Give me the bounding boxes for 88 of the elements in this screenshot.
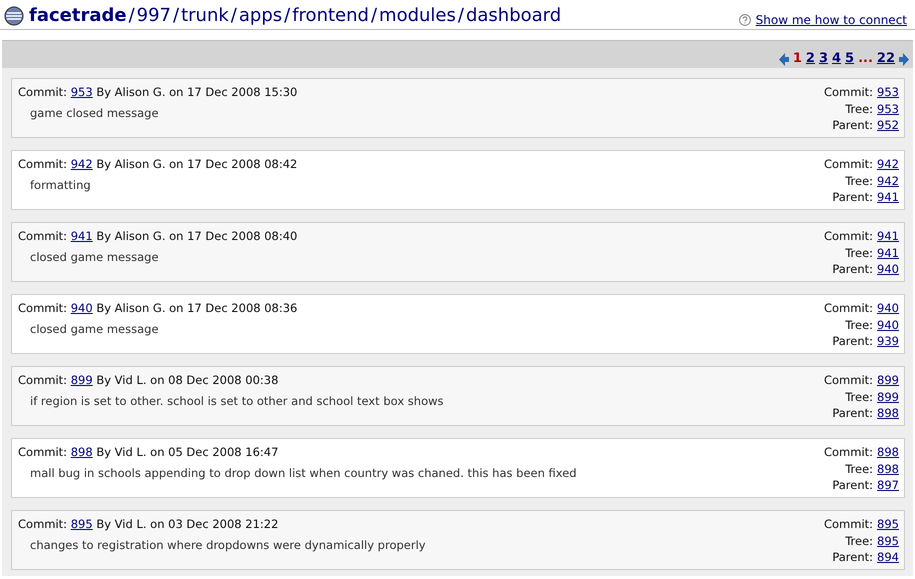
commit-heading: Commit: 895 By Vid L. on 03 Dec 2008 21:22 [18, 517, 280, 531]
ref-link[interactable]: 898 [877, 444, 899, 460]
commit-heading: Commit: 898 By Vid L. on 05 Dec 2008 16:47 [18, 445, 280, 459]
ref-link[interactable]: 942 [877, 156, 899, 172]
globe-icon [4, 6, 24, 26]
breadcrumb-link[interactable]: apps [238, 5, 282, 26]
commit-message: mall bug in schools appending to drop down list when country was chaned. this has been fixed [29, 466, 577, 480]
path-separator: / [370, 5, 378, 26]
commit-link[interactable]: 895 [70, 517, 93, 531]
ref-link[interactable]: 941 [877, 228, 899, 244]
ref-link[interactable]: 952 [877, 117, 899, 134]
ref-label: Commit: [824, 228, 874, 244]
commit-heading: Commit: 940 By Alison G. on 17 Dec 2008 08:36 [18, 301, 298, 315]
ref-label: Commit: [824, 372, 874, 388]
commit-link[interactable]: 953 [70, 85, 93, 99]
ref-link[interactable]: 899 [877, 372, 899, 388]
ref-label: Tree: [845, 532, 874, 549]
ref-label: Parent: [832, 117, 874, 134]
breadcrumb-link[interactable]: modules [379, 5, 456, 26]
ref-label: Tree: [845, 172, 874, 189]
previous-arrow-icon[interactable] [778, 53, 789, 66]
commit-heading: Commit: 942 By Alison G. on 17 Dec 2008 08:42 [18, 157, 298, 171]
ref-link[interactable]: 941 [877, 244, 899, 261]
ref-label: Parent: [832, 549, 874, 566]
ref-label: Parent: [832, 189, 874, 206]
next-arrow-icon[interactable] [899, 53, 909, 66]
ref-label: Tree: [845, 316, 874, 333]
ref-label: Commit: [824, 444, 874, 460]
commit-message: formatting [29, 178, 92, 192]
commit-message: closed game message [29, 322, 160, 336]
ref-label: Parent: [832, 261, 874, 278]
ref-label: Parent: [832, 333, 874, 350]
help-icon [738, 14, 751, 26]
page-link[interactable]: 2 [806, 51, 815, 66]
page-link[interactable]: 22 [876, 51, 895, 66]
commit-message: changes to registration where dropdowns were dynamically properly [29, 538, 426, 552]
commit-heading: Commit: 941 By Alison G. on 17 Dec 2008 08:40 [18, 229, 298, 243]
ref-link[interactable]: 939 [877, 333, 899, 350]
ref-link[interactable]: 895 [877, 516, 899, 532]
page-link[interactable]: 5 [845, 51, 854, 66]
ref-link[interactable]: 942 [877, 172, 899, 189]
ref-link[interactable]: 941 [877, 189, 899, 206]
breadcrumb-link[interactable]: facetrade [29, 5, 127, 26]
path-separator: / [128, 5, 135, 26]
commit-link[interactable]: 898 [70, 445, 93, 459]
page-link[interactable]: 4 [832, 51, 842, 66]
path-separator: / [230, 5, 237, 26]
ref-link[interactable]: 940 [877, 300, 899, 316]
commit-message: game closed message [29, 106, 160, 120]
ref-label: Parent: [832, 405, 874, 422]
breadcrumb-link[interactable]: 997 [136, 5, 172, 26]
commit-message: if region is set to other. school is set to other and school text box shows [29, 394, 444, 408]
commit-heading: Commit: 899 By Vid L. on 08 Dec 2008 00:38 [18, 373, 280, 387]
path-separator: / [284, 5, 290, 26]
ref-label: Commit: [824, 84, 874, 100]
ref-label: Tree: [845, 388, 874, 405]
ref-label: Commit: [824, 516, 874, 532]
ref-link[interactable]: 898 [877, 460, 899, 477]
ref-label: Tree: [845, 100, 874, 117]
path-separator: / [458, 5, 464, 26]
ref-link[interactable]: 897 [877, 477, 899, 494]
ref-link[interactable]: 953 [877, 100, 899, 117]
path-separator: / [173, 5, 180, 26]
ref-link[interactable]: 953 [877, 84, 899, 100]
breadcrumb-link[interactable]: trunk [181, 5, 229, 26]
commit-message: closed game message [29, 250, 160, 264]
commit-link[interactable]: 941 [70, 229, 93, 243]
page-link[interactable]: 3 [818, 51, 828, 66]
breadcrumb-link[interactable]: dashboard [466, 5, 562, 26]
ref-label: Commit: [824, 300, 874, 316]
commit-link[interactable]: 942 [70, 157, 93, 171]
commit-heading: Commit: 953 By Alison G. on 17 Dec 2008 15:30 [18, 85, 298, 99]
ref-label: Tree: [845, 460, 874, 477]
ref-link[interactable]: 894 [877, 549, 899, 566]
ref-label: Commit: [824, 156, 874, 172]
page-link[interactable]: 1 [792, 51, 802, 66]
ref-label: Parent: [832, 477, 874, 494]
ref-link[interactable]: 895 [877, 532, 899, 549]
ref-link[interactable]: 940 [877, 316, 899, 333]
help-link[interactable]: Show me how to connect [756, 12, 907, 26]
ref-link[interactable]: 940 [877, 261, 899, 278]
commit-link[interactable]: 940 [70, 301, 93, 315]
pagination-ellipsis: ... [858, 51, 873, 66]
ref-link[interactable]: 898 [877, 405, 899, 422]
ref-link[interactable]: 899 [877, 388, 899, 405]
commit-link[interactable]: 899 [70, 373, 93, 387]
breadcrumb-link[interactable]: frontend [292, 5, 369, 26]
ref-label: Tree: [845, 244, 874, 261]
